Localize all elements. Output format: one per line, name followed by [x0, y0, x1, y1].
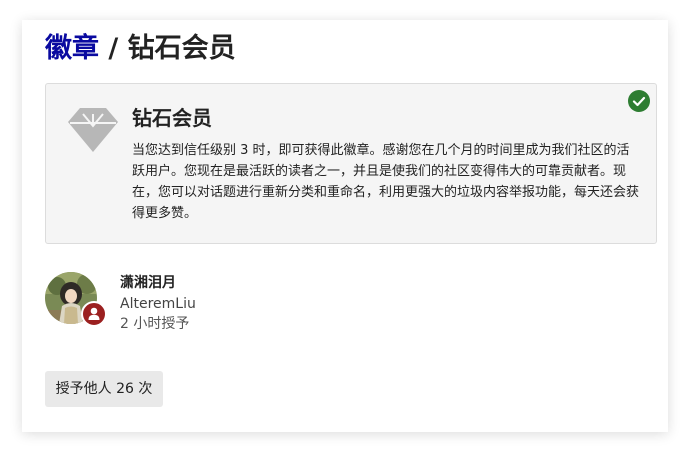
- badge-page-card: 徽章 / 钻石会员 钻石会员 当您达到信任级别 3 时，即可获得此徽章。感谢您在…: [22, 20, 668, 432]
- badge-name: 钻石会员: [132, 106, 212, 130]
- granted-time: 2 小时授予: [120, 316, 190, 332]
- badge-description: 当您达到信任级别 3 时，即可获得此徽章。感谢您在几个月的时间里成为我们社区的活…: [132, 143, 640, 221]
- diamond-icon: [66, 104, 120, 156]
- user-display-name[interactable]: 潇湘泪月: [120, 273, 176, 293]
- page-title: 徽章 / 钻石会员: [45, 32, 236, 66]
- check-circle-icon: [628, 90, 650, 112]
- user-username: AlteremLiu: [120, 296, 196, 312]
- granted-count-button[interactable]: 授予他人 26 次: [45, 371, 163, 407]
- badge-details: 钻石会员 当您达到信任级别 3 时，即可获得此徽章。感谢您在几个月的时间里成为我…: [45, 83, 657, 244]
- recipient-row: 潇湘泪月 AlteremLiu 2 小时授予: [45, 272, 345, 342]
- user-icon: [81, 301, 107, 327]
- badges-link[interactable]: 徽章: [45, 33, 99, 64]
- badge-title: 钻石会员: [127, 33, 236, 64]
- breadcrumb-separator: /: [99, 33, 128, 64]
